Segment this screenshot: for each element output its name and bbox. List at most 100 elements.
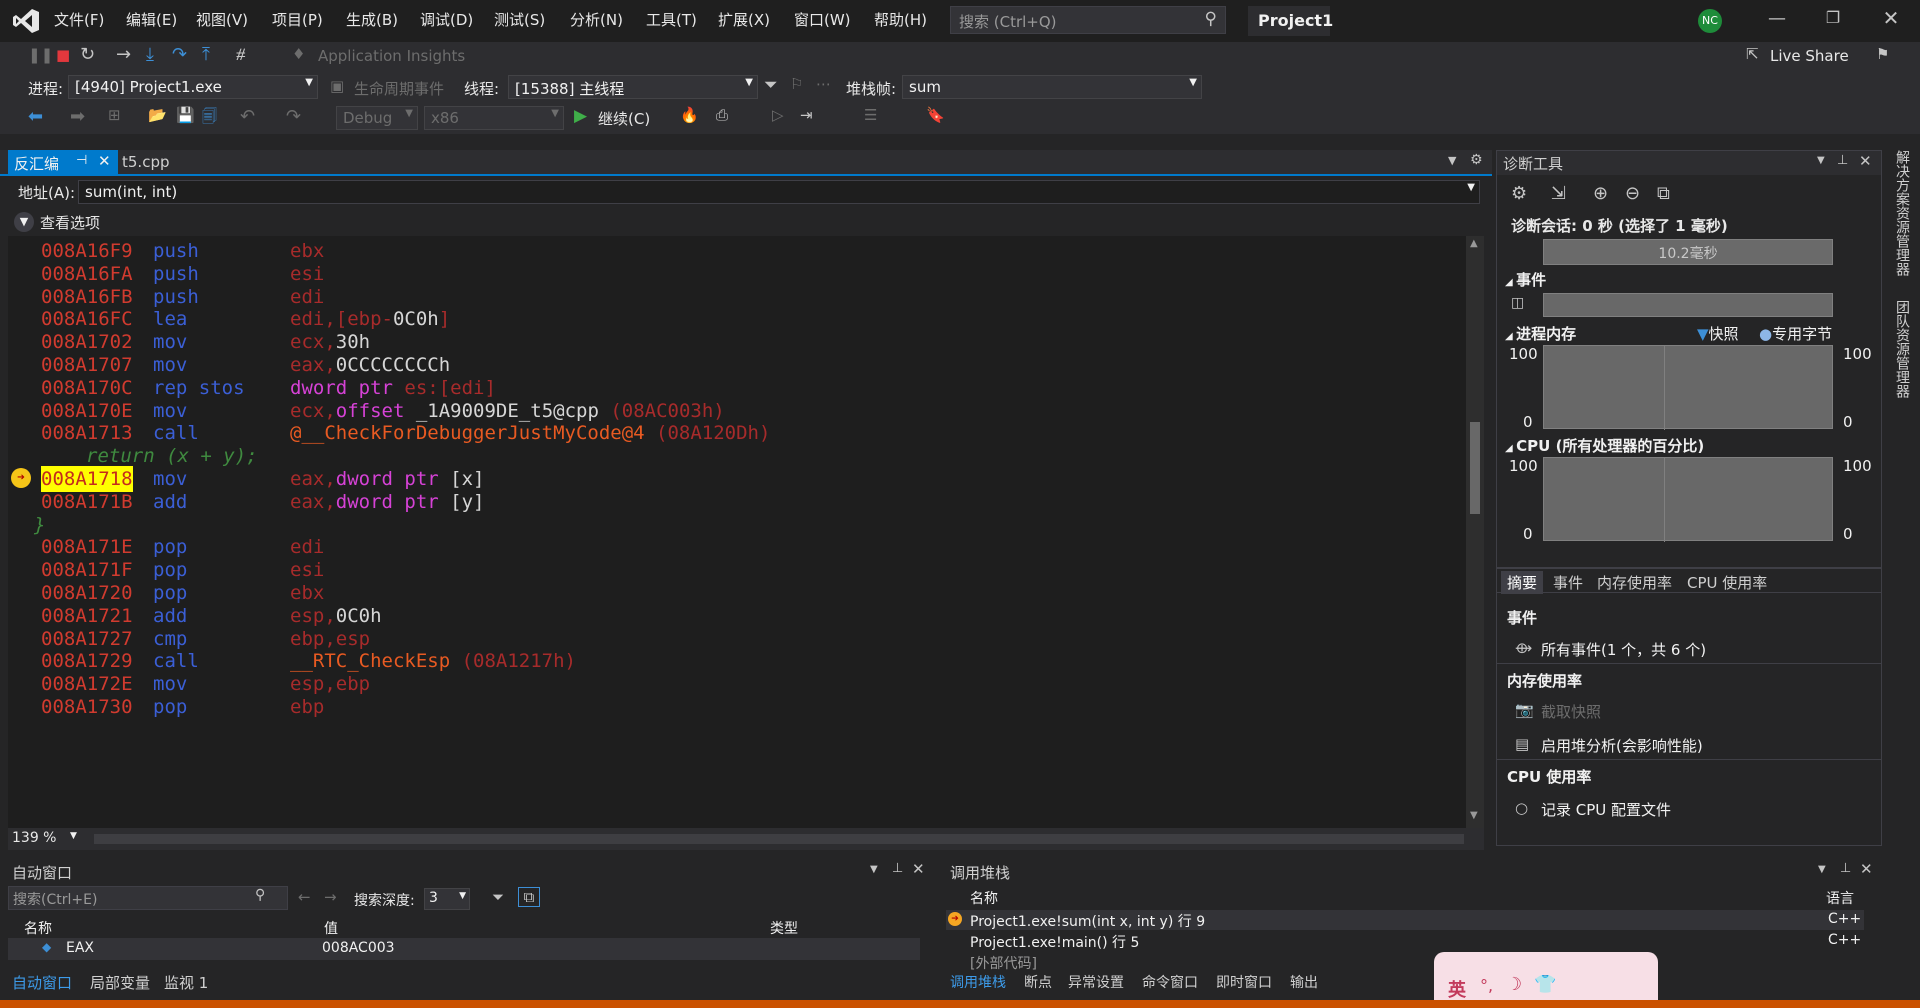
tab-call-stack[interactable]: 调用堆栈 xyxy=(950,972,1006,992)
view-toggle-icon[interactable]: ⧉ xyxy=(518,887,540,907)
step-over-icon[interactable]: ↷ xyxy=(172,44,187,65)
step-out-icon[interactable]: ⤒ xyxy=(202,44,210,65)
menu-item-4[interactable]: 生成(B) xyxy=(346,9,398,30)
pin-icon[interactable]: ⊥ xyxy=(1837,153,1848,168)
row-value[interactable]: 008AC003 xyxy=(322,940,395,956)
navigate-back-icon[interactable]: ⬅ xyxy=(28,106,43,127)
memory-graph[interactable] xyxy=(1543,345,1833,430)
tab-list-dropdown-icon[interactable]: ▼ xyxy=(1448,154,1456,167)
break-all-icon[interactable]: ❚❚ xyxy=(28,46,53,64)
take-snapshot-button[interactable]: 截取快照 xyxy=(1541,701,1601,722)
events-header[interactable]: ◢ 事件 xyxy=(1505,269,1546,290)
new-project-icon[interactable]: ⊞ xyxy=(108,106,121,124)
zoom-out-icon[interactable]: ⊖ xyxy=(1625,183,1640,204)
col-name[interactable]: 名称 xyxy=(24,918,52,938)
menu-item-5[interactable]: 调试(D) xyxy=(420,9,473,30)
application-insights-label[interactable]: Application Insights xyxy=(318,47,465,65)
tab-locals[interactable]: 局部变量 xyxy=(90,972,150,993)
tab-t5-cpp[interactable]: t5.cpp xyxy=(122,153,169,171)
disassembly-line[interactable]: 008A1730 pop ebp xyxy=(8,694,1448,722)
tab-summary[interactable]: 摘要 xyxy=(1501,571,1544,594)
tab-events[interactable]: 事件 xyxy=(1553,572,1583,593)
stop-icon[interactable]: ■ xyxy=(56,46,70,64)
filter-icon[interactable]: ⏷ xyxy=(764,75,778,95)
diag-settings-icon[interactable]: ⚙ xyxy=(1511,183,1527,204)
close-panel-icon[interactable]: ✕ xyxy=(1859,152,1872,170)
code-vertical-scrollbar[interactable]: ▲ ▼ xyxy=(1466,236,1484,828)
tab-disassembly[interactable]: 反汇编 ⊣ ✕ xyxy=(8,150,118,176)
feedback-icon[interactable]: ⚑ xyxy=(1876,45,1889,63)
menu-item-3[interactable]: 项目(P) xyxy=(272,9,323,30)
address-input[interactable]: sum(int, int) ▼ xyxy=(78,180,1480,204)
open-file-icon[interactable]: 📂 xyxy=(148,106,167,124)
step-icon[interactable]: ⇥ xyxy=(800,106,813,124)
search-back-icon[interactable]: ← xyxy=(298,888,311,906)
close-panel-icon[interactable]: ✕ xyxy=(912,860,925,878)
search-input[interactable]: 搜索 (Ctrl+Q) ⚲ xyxy=(950,6,1226,34)
table-row[interactable]: [外部代码] xyxy=(946,952,1864,972)
col-type[interactable]: 类型 xyxy=(770,918,798,938)
autos-search-input[interactable]: 搜索(Ctrl+E) ⚲ xyxy=(8,886,288,910)
search-forward-icon[interactable]: → xyxy=(324,888,337,906)
close-window-icon[interactable]: ✕ xyxy=(1876,6,1906,30)
tab-autos[interactable]: 自动窗口 xyxy=(12,972,72,993)
table-row[interactable]: Project1.exe!sum(int x, int y) 行 9 C++ ➔ xyxy=(946,910,1864,930)
configuration-dropdown[interactable]: Debug ▼ xyxy=(336,106,418,130)
screenshot-icon[interactable]: ⎙ xyxy=(716,106,728,124)
menu-item-2[interactable]: 视图(V) xyxy=(196,9,248,30)
export-icon[interactable]: ⇲ xyxy=(1551,183,1566,204)
pause-events-icon[interactable]: ◫ xyxy=(1511,295,1524,311)
user-avatar[interactable]: NC xyxy=(1698,9,1722,33)
table-row[interactable]: ◆ EAX 008AC003 xyxy=(8,938,920,960)
table-row[interactable]: Project1.exe!main() 行 5 C++ xyxy=(946,931,1864,951)
tab-cpu-usage[interactable]: CPU 使用率 xyxy=(1687,572,1767,593)
show-next-statement-icon[interactable]: → xyxy=(116,44,131,65)
all-events-link[interactable]: 所有事件(1 个，共 6 个) xyxy=(1541,639,1706,660)
hot-reload-icon[interactable]: 🔥 xyxy=(680,106,699,124)
dropdown-icon[interactable]: ▼ xyxy=(1817,155,1825,166)
restore-icon[interactable]: ❐ xyxy=(1818,8,1848,27)
record-cpu-profile-button[interactable]: 记录 CPU 配置文件 xyxy=(1541,799,1671,820)
events-track[interactable] xyxy=(1543,293,1833,317)
pin-icon[interactable]: ⊥ xyxy=(892,861,903,876)
continue-button[interactable]: 继续(C) xyxy=(598,108,650,129)
menu-item-7[interactable]: 分析(N) xyxy=(570,9,623,30)
stackframe-dropdown[interactable]: sum ▼ xyxy=(902,75,1202,99)
close-tab-icon[interactable]: ✕ xyxy=(98,152,111,170)
menu-item-1[interactable]: 编辑(E) xyxy=(126,9,177,30)
save-all-icon[interactable]: 🗐 xyxy=(202,106,217,131)
search-depth-dropdown[interactable]: 3 ▼ xyxy=(424,888,470,910)
cpu-graph[interactable] xyxy=(1543,457,1833,542)
pin-icon[interactable]: ⊥ xyxy=(1840,861,1851,876)
redo-icon[interactable]: ↷ xyxy=(286,106,301,127)
menu-item-9[interactable]: 扩展(X) xyxy=(718,9,770,30)
disassembly-code-view[interactable]: 008A16F9 push ebx 008A16FA push esi 008A16FB pu… xyxy=(8,236,1466,828)
hex-display-icon[interactable]: ⧣ xyxy=(236,44,246,64)
dropdown-icon[interactable]: ▼ xyxy=(870,864,878,875)
bookmark-icon[interactable]: 🔖 xyxy=(926,106,945,124)
flag-thread-icon[interactable]: ⚐ xyxy=(790,75,803,93)
tab-memory-usage[interactable]: 内存使用率 xyxy=(1597,572,1672,593)
undo-icon[interactable]: ↶ xyxy=(240,106,255,127)
live-share-button[interactable]: Live Share xyxy=(1770,47,1849,65)
pin-icon[interactable]: ⊣ xyxy=(76,153,87,168)
tab-breakpoints[interactable]: 断点 xyxy=(1024,972,1052,992)
platform-dropdown[interactable]: x86 ▼ xyxy=(424,106,564,130)
thread-dropdown[interactable]: [15388] 主线程 ▼ xyxy=(508,75,758,99)
cpu-header[interactable]: ◢ CPU (所有处理器的百分比) xyxy=(1505,435,1704,456)
menu-item-6[interactable]: 测试(S) xyxy=(494,9,545,30)
minimize-icon[interactable]: — xyxy=(1762,8,1792,29)
menu-item-0[interactable]: 文件(F) xyxy=(54,9,104,30)
side-tab-solution-explorer[interactable]: 解决方案资源管理器 xyxy=(1888,150,1912,276)
menu-item-11[interactable]: 帮助(H) xyxy=(874,9,927,30)
menu-item-10[interactable]: 窗口(W) xyxy=(794,9,851,30)
dropdown-icon[interactable]: ▼ xyxy=(1818,864,1826,875)
tab-watch-1[interactable]: 监视 1 xyxy=(164,972,208,993)
lifecycle-events-dropdown[interactable]: 生命周期事件 xyxy=(354,78,444,99)
heap-profiling-checkbox[interactable]: 启用堆分析(会影响性能) xyxy=(1541,735,1703,756)
tab-exception-settings[interactable]: 异常设置 xyxy=(1068,972,1124,992)
zoom-level[interactable]: 139 % xyxy=(12,830,56,846)
comment-icon[interactable]: ☰ xyxy=(864,106,877,124)
zoom-in-icon[interactable]: ⊕ xyxy=(1593,183,1608,204)
horizontal-scrollbar[interactable] xyxy=(94,834,1464,844)
